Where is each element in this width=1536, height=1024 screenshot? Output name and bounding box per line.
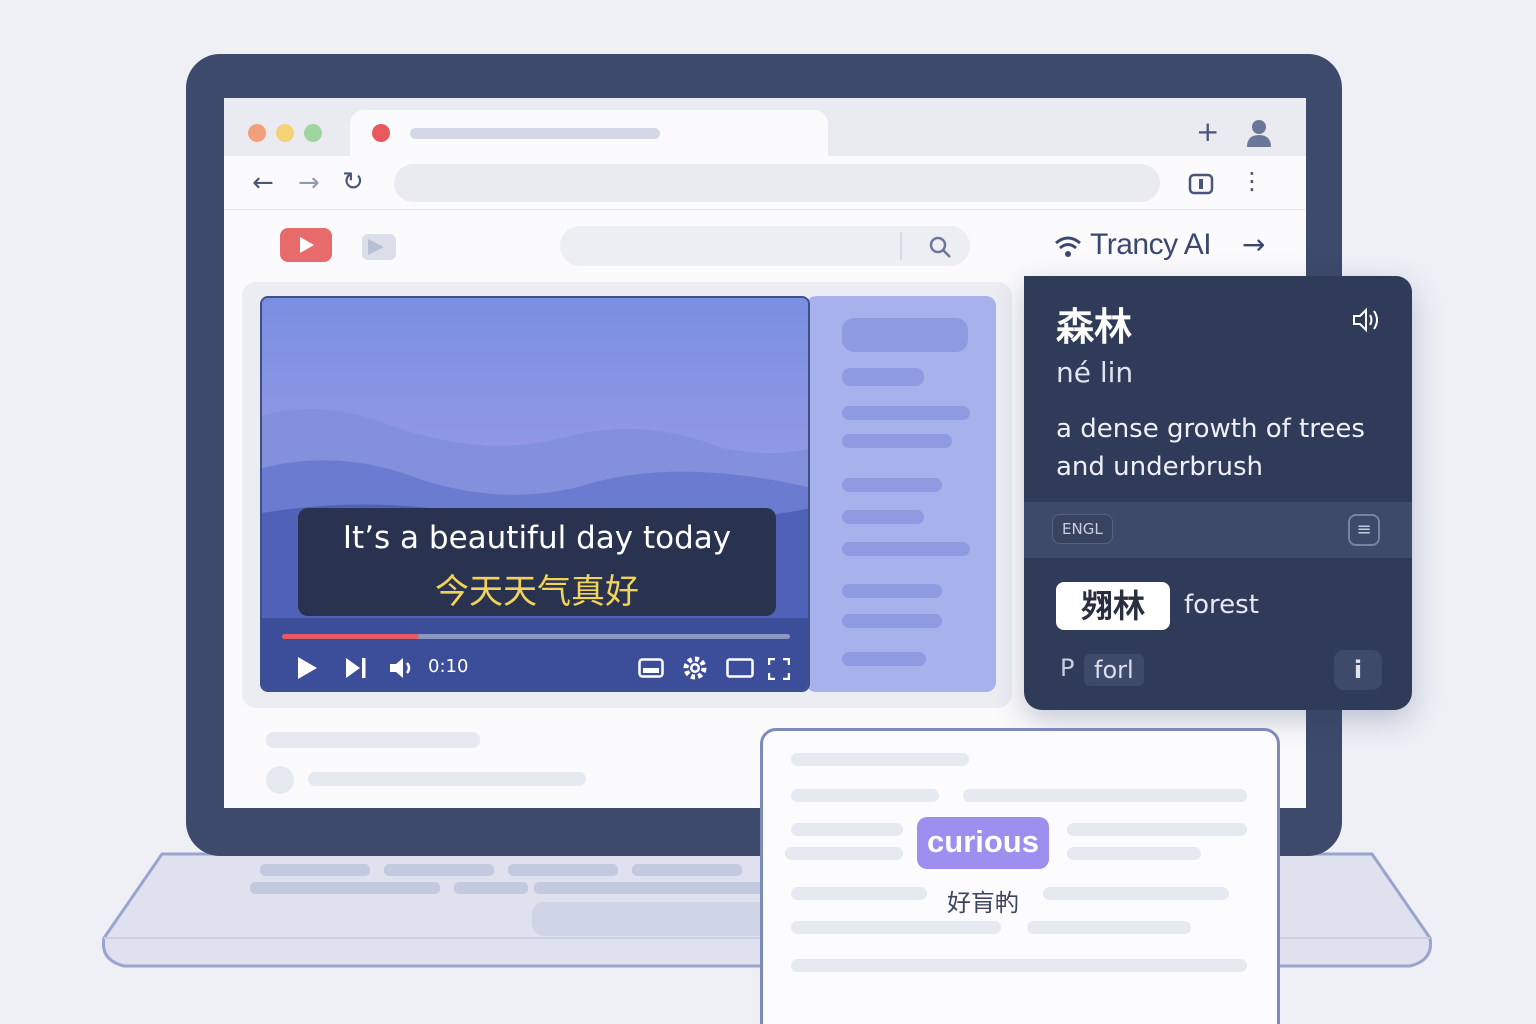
- headword: 森林: [1056, 305, 1133, 349]
- info-icon[interactable]: i: [1334, 650, 1382, 690]
- tab-strip: +: [224, 98, 1306, 158]
- sidebar-item[interactable]: [842, 584, 942, 598]
- close-window-dot[interactable]: [248, 124, 266, 142]
- language-band: ENGL ≡: [1024, 502, 1412, 558]
- search-icon[interactable]: [928, 235, 952, 259]
- speaker-icon[interactable]: [1352, 306, 1382, 334]
- subtitles-icon[interactable]: [638, 658, 664, 678]
- part-of-speech-label: P: [1060, 654, 1075, 682]
- sidebar-item[interactable]: [842, 406, 970, 420]
- youtube-logo[interactable]: [280, 228, 332, 262]
- progress-fill: [282, 634, 420, 639]
- highlighted-word[interactable]: curious: [917, 817, 1049, 869]
- sidebar-item[interactable]: [842, 510, 924, 524]
- document-card: curious 好肓畃: [760, 728, 1280, 1024]
- profile-icon[interactable]: [1246, 118, 1272, 148]
- arrow-right-icon[interactable]: →: [1242, 228, 1265, 261]
- active-tab[interactable]: [350, 110, 828, 158]
- forward-arrow-icon[interactable]: →: [298, 170, 320, 196]
- maximize-window-dot[interactable]: [304, 124, 322, 142]
- new-tab-icon[interactable]: +: [1196, 118, 1219, 146]
- example-word-chip[interactable]: 翙林: [1056, 582, 1170, 630]
- time-display: 0:10: [428, 656, 469, 677]
- translation: forest: [1184, 590, 1259, 620]
- back-arrow-icon[interactable]: ←: [252, 170, 274, 196]
- navigation-bar: ← → ↻ ⋮: [224, 156, 1306, 210]
- text-line-placeholder: [791, 921, 1001, 934]
- theater-mode-icon[interactable]: [726, 658, 754, 678]
- text-line-placeholder: [791, 753, 969, 766]
- sidebar-item[interactable]: [842, 434, 952, 448]
- more-menu-icon[interactable]: ⋮: [1240, 169, 1264, 193]
- word-chip[interactable]: forl: [1084, 654, 1144, 686]
- sidebar-item[interactable]: [842, 478, 942, 492]
- progress-bar[interactable]: [282, 634, 790, 639]
- text-line-placeholder: [963, 789, 1247, 802]
- recommendations-sidebar: [806, 296, 996, 692]
- definition: a dense growth of trees and underbrush: [1056, 414, 1365, 482]
- next-icon[interactable]: [344, 656, 368, 680]
- text-line-placeholder: [1027, 921, 1191, 934]
- address-bar[interactable]: [394, 164, 1160, 202]
- text-line-placeholder: [791, 959, 1247, 972]
- search-input[interactable]: [560, 226, 970, 266]
- text-line-placeholder: [785, 847, 903, 860]
- language-chip[interactable]: ENGL: [1052, 514, 1113, 544]
- play-icon[interactable]: [296, 656, 318, 680]
- sidebar-item[interactable]: [842, 542, 970, 556]
- trancy-title: Trancy AI: [1090, 228, 1212, 261]
- menu-icon[interactable]: ≡: [1348, 514, 1380, 546]
- gear-icon[interactable]: [682, 655, 708, 681]
- sidebar-item[interactable]: [842, 652, 926, 666]
- avatar[interactable]: [266, 766, 294, 794]
- fullscreen-icon[interactable]: [768, 658, 790, 680]
- text-line-placeholder: [1043, 887, 1229, 900]
- subtitle-overlay: It’s a beautiful day today 今天天气真好: [298, 508, 776, 616]
- video-title-placeholder: [266, 732, 480, 748]
- video-landscape-image: [262, 298, 808, 690]
- sidebar-item[interactable]: [842, 318, 968, 352]
- tab-favicon-icon: [372, 124, 390, 142]
- reload-icon[interactable]: ↻: [342, 169, 364, 195]
- text-line-placeholder: [1067, 847, 1201, 860]
- play-icon: [362, 234, 396, 260]
- pinyin: né lin: [1056, 356, 1134, 389]
- minimize-window-dot[interactable]: [276, 124, 294, 142]
- highlight-translation: 好肓畃: [947, 889, 1019, 917]
- text-line-placeholder: [791, 823, 903, 836]
- volume-icon[interactable]: [388, 655, 416, 681]
- text-line-placeholder: [791, 789, 939, 802]
- text-line-placeholder: [1067, 823, 1247, 836]
- wifi-icon: [1055, 236, 1081, 257]
- sidebar-item[interactable]: [842, 368, 924, 386]
- sidebar-item[interactable]: [842, 614, 942, 628]
- trancy-header: Trancy AI →: [1024, 212, 1306, 284]
- channel-name-placeholder: [308, 772, 586, 786]
- subtitle-chinese[interactable]: 今天天气真好: [298, 564, 776, 613]
- subtitle-english[interactable]: It’s a beautiful day today: [298, 520, 776, 556]
- dictionary-card: 森林 né lin a dense growth of trees and un…: [1024, 276, 1412, 710]
- text-line-placeholder: [791, 887, 927, 900]
- tab-title-placeholder: [410, 128, 660, 139]
- video-player[interactable]: It’s a beautiful day today 今天天气真好 0:10: [260, 296, 810, 692]
- reader-icon[interactable]: [1188, 173, 1214, 195]
